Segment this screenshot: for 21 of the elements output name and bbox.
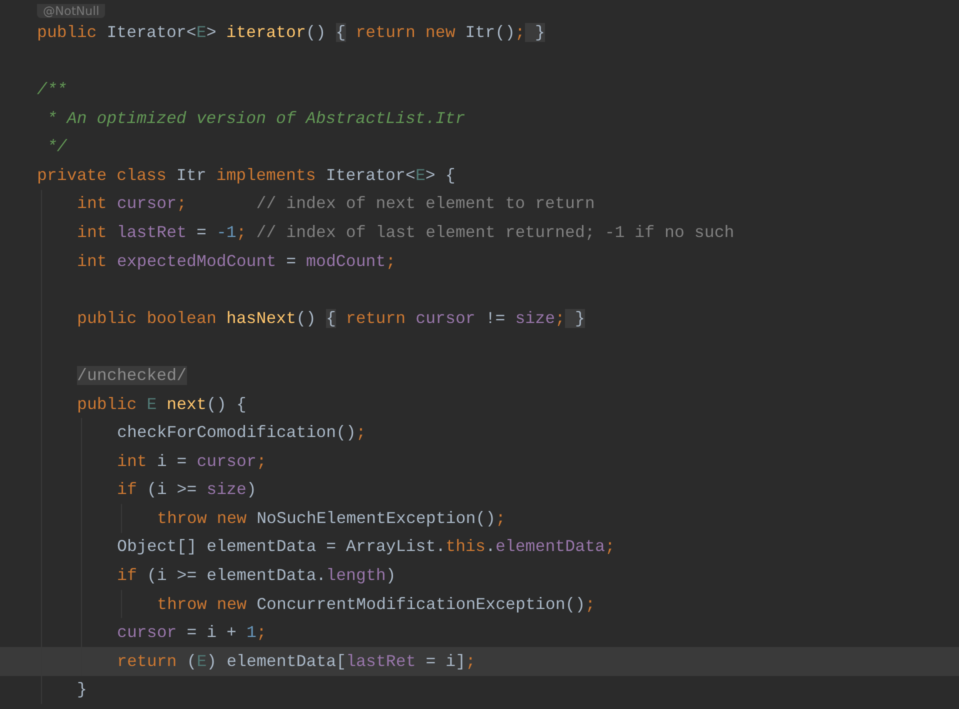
code-line: */ xyxy=(46,136,68,158)
code-line: } xyxy=(0,676,959,704)
code-line: public Iterator<E> iterator() { return new Itr(); } xyxy=(36,22,546,44)
code-line: throw new NoSuchElementException(); xyxy=(0,504,959,533)
code-line: public boolean hasNext() { return cursor != size; } xyxy=(0,304,959,333)
code-line: checkForComodification(); xyxy=(0,418,959,447)
code-line: int expectedModCount = modCount; xyxy=(0,246,959,276)
code-line: Object[] elementData = ArrayList.this.elementData; xyxy=(0,532,959,562)
code-line: int lastRet = -1; // index of last element returned; -1 if no such xyxy=(0,218,959,247)
code-line: cursor = i + 1; xyxy=(0,618,959,648)
code-line: int i = cursor; xyxy=(0,446,959,476)
annotation-hint: @NotNull xyxy=(37,4,106,18)
code-line: private class Itr implements Iterator<E> { xyxy=(36,164,456,187)
code-line: if (i >= size) xyxy=(0,476,959,504)
code-line: int cursor; // index of next element to return xyxy=(0,190,959,218)
code-line: public E next() { xyxy=(0,390,959,418)
code-line: if (i >= elementData.length) xyxy=(0,561,959,590)
code-line: * An optimized version of AbstractList.Itr xyxy=(46,108,466,130)
code-line: throw new ConcurrentModificationException(); xyxy=(0,590,959,618)
code-line: /** xyxy=(36,78,68,101)
code-line: /unchecked/ xyxy=(0,361,959,390)
